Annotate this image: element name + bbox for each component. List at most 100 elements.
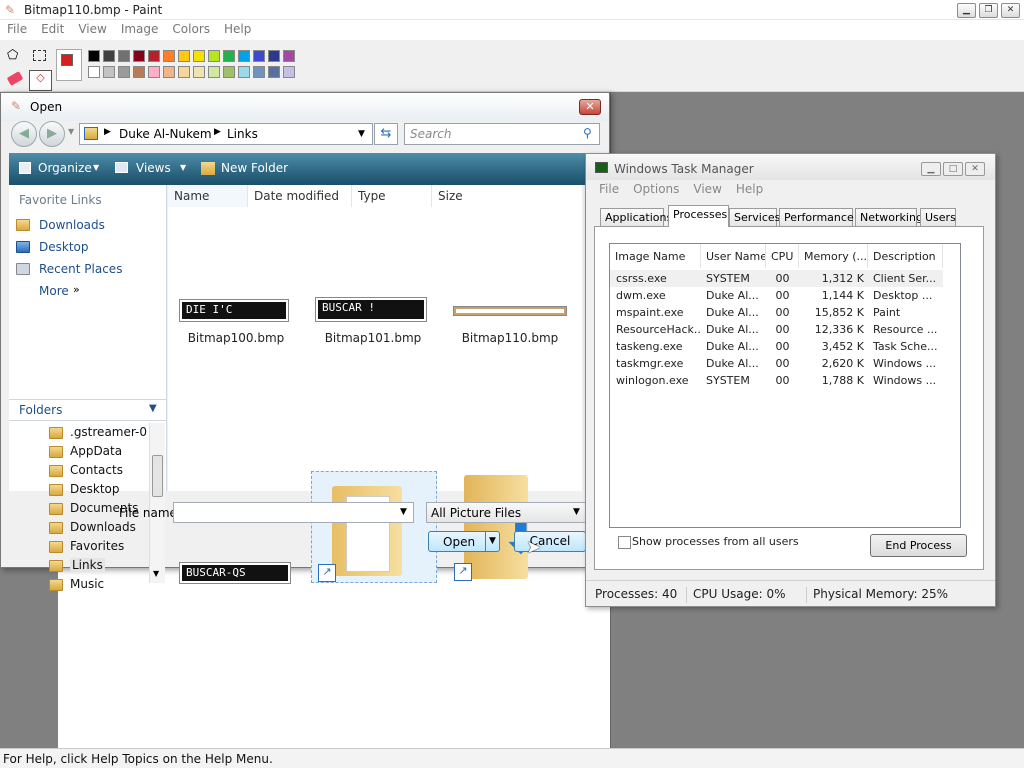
- palette-swatch[interactable]: [178, 50, 190, 62]
- process-row[interactable]: winlogon.exe SYSTEM 00 1,788 K Windows ...: [610, 372, 943, 389]
- open-dropdown-icon[interactable]: ▼: [485, 532, 499, 551]
- palette-swatch[interactable]: [163, 66, 175, 78]
- process-row[interactable]: dwm.exe Duke Al... 00 1,144 K Desktop ...: [610, 287, 943, 304]
- minimize-button[interactable]: ▁: [921, 162, 941, 176]
- close-button[interactable]: ✕: [965, 162, 985, 176]
- file-type-select[interactable]: All Picture Files ▼: [426, 502, 586, 523]
- process-row[interactable]: ResourceHack... Duke Al... 00 12,336 K Resou…: [610, 321, 943, 338]
- rect-select-icon[interactable]: [33, 50, 46, 61]
- file-thumbnail[interactable]: BUSCAR !: [315, 297, 427, 322]
- column-header-memory[interactable]: Memory (...: [799, 244, 868, 268]
- palette-swatch[interactable]: [253, 50, 265, 62]
- file-name-input[interactable]: ▼: [173, 502, 414, 523]
- file-thumbnail[interactable]: BUSCAR-QS: [179, 562, 291, 584]
- address-bar[interactable]: ▶ Duke Al-Nukem ▶ Links ▼: [79, 123, 373, 145]
- palette-swatch[interactable]: [253, 66, 265, 78]
- tab-networking[interactable]: Networking: [855, 208, 923, 226]
- tab-processes[interactable]: Processes: [668, 205, 729, 227]
- palette-swatch[interactable]: [148, 66, 160, 78]
- address-dropdown-icon[interactable]: ▼: [358, 129, 365, 139]
- menu-file[interactable]: File: [592, 182, 626, 196]
- palette-swatch[interactable]: [88, 50, 100, 62]
- minimize-button[interactable]: ▁: [957, 3, 976, 18]
- palette-swatch[interactable]: [133, 66, 145, 78]
- column-header-image-name[interactable]: Image Name: [610, 244, 701, 268]
- folders-header[interactable]: Folders ▼: [9, 399, 166, 421]
- palette-swatch[interactable]: [223, 50, 235, 62]
- folder-tree-item[interactable]: Downloads: [70, 520, 136, 534]
- recent-pages-icon[interactable]: ▼: [68, 127, 74, 136]
- palette-swatch[interactable]: [118, 50, 130, 62]
- column-header-description[interactable]: Description: [868, 244, 943, 268]
- downloads-folder-item[interactable]: ⬇ ↗: [452, 471, 578, 583]
- menu-edit[interactable]: Edit: [34, 20, 71, 36]
- folder-tree-item[interactable]: Favorites: [70, 539, 124, 553]
- column-header-cpu[interactable]: CPU: [766, 244, 799, 268]
- search-input[interactable]: Search ⚲: [404, 123, 600, 145]
- forward-button[interactable]: ▶: [39, 121, 65, 147]
- column-header-size[interactable]: Size: [432, 185, 512, 207]
- process-row[interactable]: mspaint.exe Duke Al... 00 15,852 K Paint: [610, 304, 943, 321]
- palette-swatch[interactable]: [208, 66, 220, 78]
- tab-applications[interactable]: Applications: [600, 208, 672, 226]
- palette-swatch[interactable]: [193, 50, 205, 62]
- favorite-link-recent-places[interactable]: Recent Places: [39, 262, 122, 276]
- menu-options[interactable]: Options: [626, 182, 686, 196]
- palette-swatch[interactable]: [268, 66, 280, 78]
- menu-view[interactable]: View: [71, 20, 113, 36]
- column-header-user-name[interactable]: User Name: [701, 244, 766, 268]
- folder-tree-item[interactable]: Contacts: [70, 463, 123, 477]
- folder-tree-item[interactable]: Desktop: [70, 482, 120, 496]
- column-header-date[interactable]: Date modified: [248, 185, 352, 207]
- primary-color-swatch[interactable]: [61, 54, 73, 66]
- folder-tree-item[interactable]: .gstreamer-0.10: [70, 425, 148, 439]
- palette-swatch[interactable]: [283, 50, 295, 62]
- folder-tree-item[interactable]: Music: [70, 577, 104, 591]
- palette-swatch[interactable]: [283, 66, 295, 78]
- tab-services[interactable]: Services: [729, 208, 780, 226]
- tab-users[interactable]: Users: [920, 208, 956, 226]
- chevron-down-icon[interactable]: ▼: [573, 507, 580, 517]
- menu-help[interactable]: Help: [729, 182, 770, 196]
- refresh-button[interactable]: ⇆: [374, 123, 398, 145]
- more-link[interactable]: More: [39, 284, 69, 298]
- organize-button[interactable]: Organize: [38, 161, 92, 175]
- search-icon[interactable]: ⚲: [583, 126, 592, 140]
- palette-swatch[interactable]: [193, 66, 205, 78]
- file-name-label[interactable]: Bitmap101.bmp: [313, 331, 433, 345]
- folder-tree-scrollbar[interactable]: ▼: [149, 423, 165, 583]
- maximize-button[interactable]: □: [943, 162, 963, 176]
- palette-swatch[interactable]: [103, 50, 115, 62]
- process-list[interactable]: Image Name User Name CPU Memory (... Des…: [609, 243, 961, 528]
- scroll-down-icon[interactable]: ▼: [153, 569, 159, 578]
- palette-swatch[interactable]: [88, 66, 100, 78]
- file-thumbnail[interactable]: [453, 306, 567, 316]
- folder-tree-item[interactable]: AppData: [70, 444, 122, 458]
- palette-swatch[interactable]: [103, 66, 115, 78]
- restore-button[interactable]: ❐: [979, 3, 998, 18]
- palette-swatch[interactable]: [223, 66, 235, 78]
- eraser-icon[interactable]: [6, 71, 24, 86]
- free-select-icon[interactable]: ⬠: [7, 48, 18, 63]
- back-button[interactable]: ◀: [11, 121, 37, 147]
- column-header-name[interactable]: Name: [168, 185, 248, 207]
- close-button[interactable]: ✕: [579, 99, 601, 115]
- fill-icon[interactable]: ◇: [29, 70, 52, 91]
- favorite-link-desktop[interactable]: Desktop: [39, 240, 89, 254]
- menu-colors[interactable]: Colors: [165, 20, 217, 36]
- palette-swatch[interactable]: [208, 50, 220, 62]
- tab-performance[interactable]: Performance: [779, 208, 854, 226]
- file-name-label[interactable]: Bitmap110.bmp: [450, 331, 570, 345]
- palette-swatch[interactable]: [268, 50, 280, 62]
- palette-swatch[interactable]: [118, 66, 130, 78]
- menu-image[interactable]: Image: [114, 20, 166, 36]
- file-name-label[interactable]: Bitmap100.bmp: [176, 331, 296, 345]
- cancel-button[interactable]: Cancel: [514, 531, 586, 552]
- process-row[interactable]: csrss.exe SYSTEM 00 1,312 K Client Ser...: [610, 270, 943, 287]
- process-row[interactable]: taskmgr.exe Duke Al... 00 2,620 K Windows ..…: [610, 355, 943, 372]
- palette-swatch[interactable]: [148, 50, 160, 62]
- breadcrumb-user[interactable]: Duke Al-Nukem: [119, 127, 212, 141]
- chevron-down-icon[interactable]: ▼: [400, 507, 407, 517]
- column-header-type[interactable]: Type: [352, 185, 432, 207]
- favorite-link-downloads[interactable]: Downloads: [39, 218, 105, 232]
